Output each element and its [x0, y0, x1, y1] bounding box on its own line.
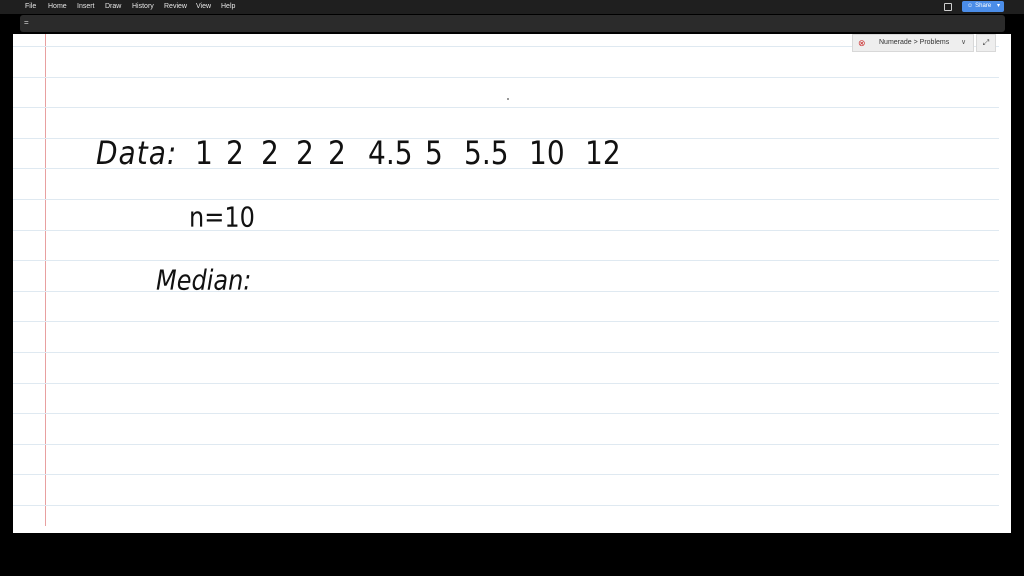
menu-draw[interactable]: Draw [105, 3, 121, 11]
ruled-line [13, 383, 999, 384]
share-label: Share [975, 3, 992, 9]
ruled-line [13, 230, 999, 231]
ruled-line [13, 260, 999, 261]
person-icon: ☺ [967, 3, 974, 9]
ink-dot [507, 98, 509, 100]
ruled-line [13, 107, 999, 108]
chevron-down-icon: ▾ [996, 3, 1000, 9]
ribbon-toolbar: = [20, 15, 1005, 32]
ruled-line [13, 413, 999, 414]
median-label: Median: [156, 264, 252, 297]
ruled-line [13, 352, 999, 353]
data-value: 12 [585, 134, 621, 172]
data-value: 5.5 [464, 134, 509, 172]
expand-button[interactable]: ⤢ [976, 34, 996, 52]
ruled-line [13, 444, 999, 445]
menu-view[interactable]: View [196, 3, 211, 11]
ruled-line [13, 77, 999, 78]
menu-help[interactable]: Help [221, 3, 235, 11]
ribbon-menu-icon[interactable]: = [24, 17, 29, 29]
notebook-icon: ⊗ [858, 38, 866, 48]
ruled-line [13, 199, 999, 200]
data-label: Data: [96, 134, 178, 172]
menu-home[interactable]: Home [48, 3, 67, 11]
ruled-line [13, 321, 999, 322]
notebook-selector[interactable]: ⊗ Numerade > Problems ∨ [852, 34, 974, 52]
data-value: 5 [425, 134, 443, 172]
data-value: 2 [328, 134, 346, 172]
sample-size-label: n=10 [189, 201, 255, 234]
menu-review[interactable]: Review [164, 3, 187, 11]
expand-icon: ⤢ [982, 38, 990, 47]
chevron-down-icon: ∨ [961, 39, 967, 46]
share-button[interactable]: ☺ Share ▾ [962, 1, 1004, 12]
notebook-path: Numerade > Problems [879, 39, 950, 46]
menu-history[interactable]: History [132, 3, 154, 11]
data-value: 2 [261, 134, 279, 172]
note-page[interactable]: ⊗ Numerade > Problems ∨ ⤢ Data: 1 2 2 2 … [13, 34, 1011, 533]
ribbon: = [0, 14, 1024, 34]
ruled-line [13, 474, 999, 475]
sticky-note-icon[interactable] [944, 3, 952, 11]
data-value: 4.5 [368, 134, 413, 172]
data-value: 2 [226, 134, 244, 172]
menu-bar: File Home Insert Draw History Review Vie… [0, 0, 1024, 14]
menu-insert[interactable]: Insert [77, 3, 95, 11]
ruled-line [13, 505, 999, 506]
menu-file[interactable]: File [25, 3, 36, 11]
data-value: 2 [296, 134, 314, 172]
data-value: 1 [195, 134, 213, 172]
data-value: 10 [529, 134, 565, 172]
